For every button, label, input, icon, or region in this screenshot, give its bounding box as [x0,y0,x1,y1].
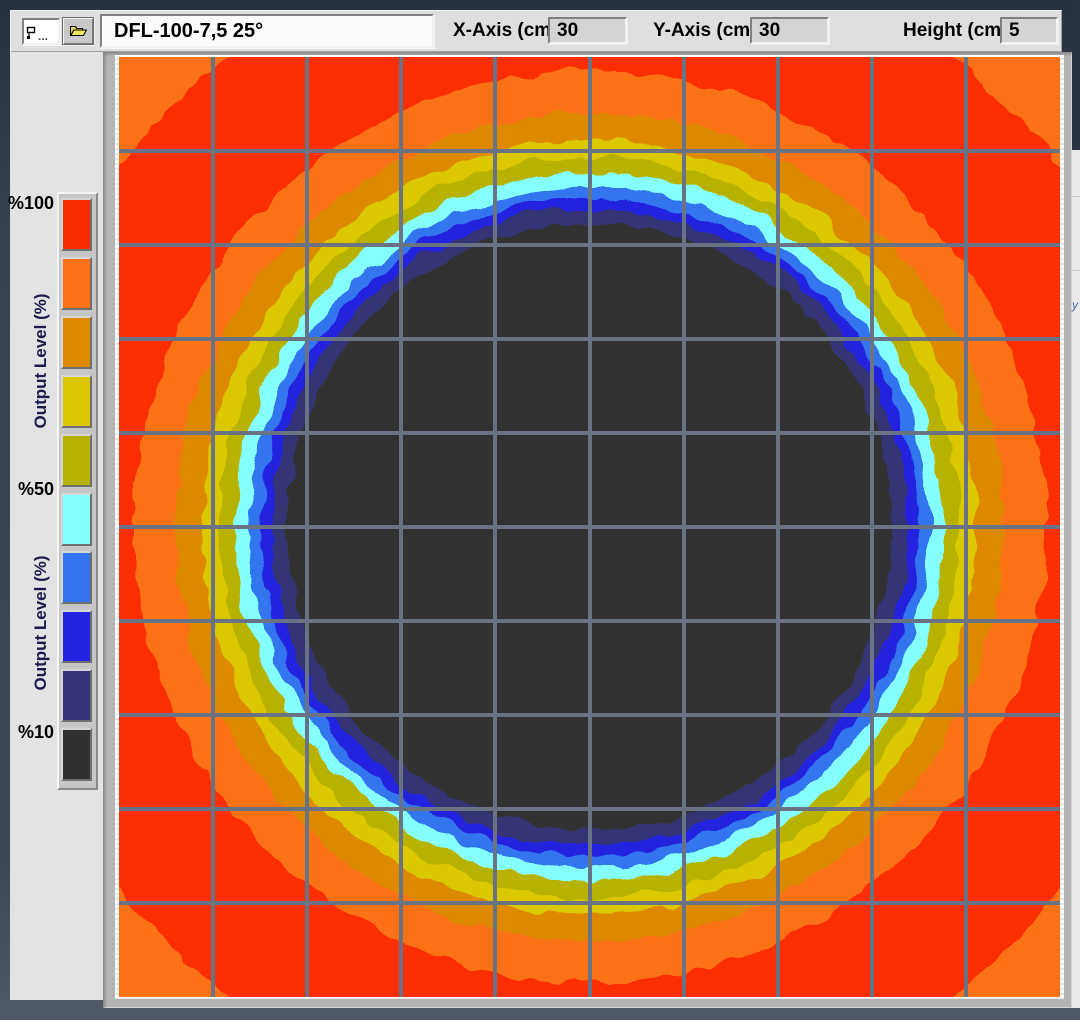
path-ellipsis: ... [38,32,48,40]
sliver-dark-segment [1072,0,1080,150]
y-axis-label: Y-Axis (cm) [653,10,756,52]
gridline-horizontal [119,525,1060,529]
y-axis-input[interactable]: 30 [750,17,829,44]
tick-label-50: %50 [8,479,54,500]
color-swatch [61,257,92,310]
color-swatch [61,728,92,781]
heatmap [119,57,1060,997]
tick-label-10: %10 [8,722,54,743]
height-input[interactable]: 5 [1000,17,1058,44]
sliver-separator [1072,196,1080,197]
color-swatch [61,493,92,546]
gridline-horizontal [119,619,1060,623]
path-control[interactable]: ... [22,18,60,45]
color-swatch [61,551,92,604]
clipped-window-label: y [1072,298,1078,312]
open-folder-icon [69,24,88,38]
color-swatch [61,198,92,251]
path-icon [26,26,36,40]
plot-frame [115,55,1064,999]
gridline-horizontal [119,901,1060,905]
plot-panel [103,52,1072,1008]
color-swatch [61,316,92,369]
sliver-separator [1072,270,1080,271]
heatmap-grid [119,57,1060,997]
color-swatch [61,669,92,722]
background-window-sliver: y [1072,0,1080,1008]
gridline-horizontal [119,713,1060,717]
browse-button[interactable] [62,17,94,45]
toolbar: ... DFL-100-7,5 25° X-Axis (cm) 30 Y-Axi… [10,10,1062,52]
height-label: Height (cm) [903,10,1008,52]
title-display[interactable]: DFL-100-7,5 25° [100,14,434,48]
color-scale [57,192,98,790]
color-swatch [61,375,92,428]
output-level-label-upper: Output Level (%) [31,293,51,428]
x-axis-input[interactable]: 30 [548,17,627,44]
gridline-vertical [870,57,874,997]
window-frame: { "toolbar": { "path_control": {"value":… [0,0,1080,1020]
tick-label-100: %100 [8,193,54,214]
color-swatch [61,434,92,487]
output-level-label-lower: Output Level (%) [31,555,51,690]
gridline-vertical [682,57,686,997]
gridline-horizontal [119,807,1060,811]
color-swatch [61,610,92,663]
x-axis-label: X-Axis (cm) [453,10,558,52]
gridline-vertical [776,57,780,997]
gridline-vertical [964,57,968,997]
